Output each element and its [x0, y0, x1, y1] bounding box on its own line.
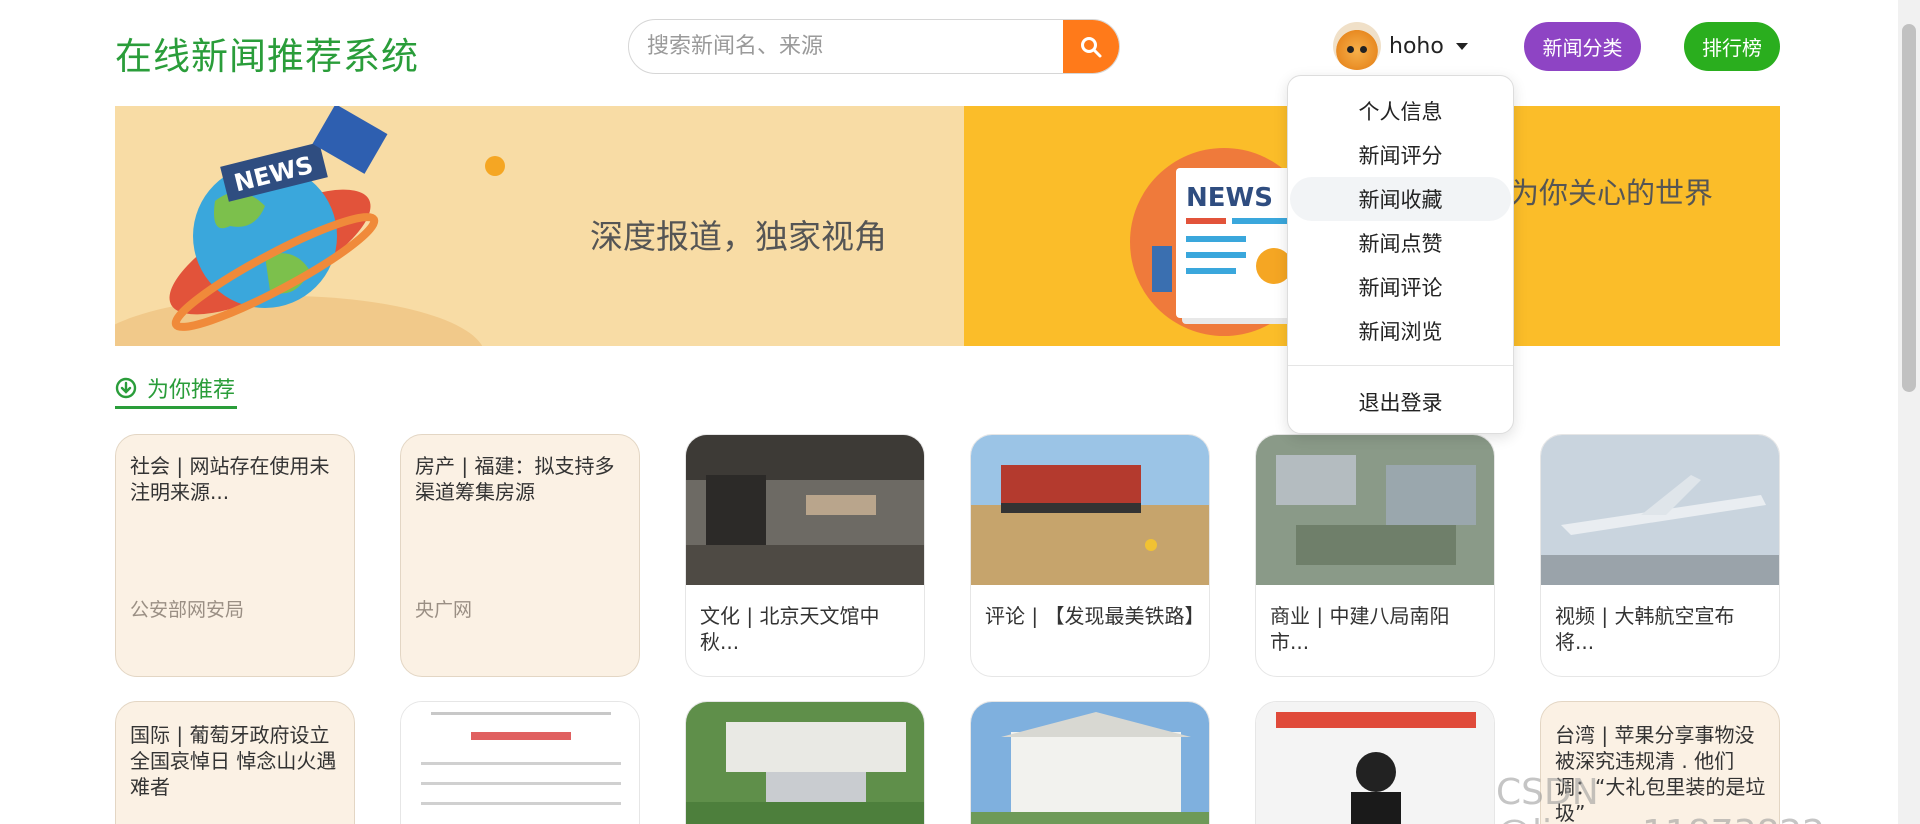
category-button[interactable]: 新闻分类 — [1524, 22, 1641, 71]
menu-divider — [1288, 365, 1513, 366]
scrollbar-thumb[interactable] — [1902, 24, 1916, 392]
search-icon — [1081, 36, 1102, 57]
news-card-title: 评论 | 【发现最美铁路】 — [985, 604, 1205, 628]
menu-item-likes[interactable]: 新闻点赞 — [1288, 221, 1513, 265]
menu-item-ratings[interactable]: 新闻评分 — [1288, 133, 1513, 177]
news-card[interactable]: 国际 | 葡萄牙政府设立全国哀悼日 悼念山火遇难者 — [115, 701, 355, 824]
banner-carousel[interactable]: NEWS 深度报道，独家视角 NEWS 为你关心的世界 — [115, 106, 1780, 346]
user-menu[interactable]: hoho — [1333, 22, 1468, 70]
menu-item-favorites[interactable]: 新闻收藏 — [1290, 177, 1511, 221]
news-card-title: 商业 | 中建八局南阳市... — [1270, 604, 1450, 654]
banner-slide-left: NEWS 深度报道，独家视角 — [115, 106, 964, 346]
search-button[interactable] — [1063, 20, 1119, 73]
avatar — [1333, 22, 1381, 70]
news-card-image — [1256, 435, 1494, 585]
menu-item-profile[interactable]: 个人信息 — [1288, 89, 1513, 133]
news-card[interactable]: 商业 | 中建八局南阳市... — [1255, 434, 1495, 677]
news-card-image — [1541, 435, 1779, 585]
news-card-source: 公安部网安局 — [130, 599, 245, 621]
news-card[interactable] — [400, 701, 640, 824]
section-title: 为你推荐 — [115, 368, 235, 408]
search-box — [628, 19, 1120, 74]
news-card[interactable]: 社会 | 网站存在使用未注明来源... 公安部网安局 — [115, 434, 355, 677]
news-card-title: 房产 | 福建：拟支持多渠道筹集房源 — [415, 454, 615, 504]
news-card[interactable]: 房产 | 福建：拟支持多渠道筹集房源 央广网 — [400, 434, 640, 677]
chevron-down-icon — [1455, 42, 1468, 50]
menu-item-comments[interactable]: 新闻评论 — [1288, 265, 1513, 309]
menu-item-history[interactable]: 新闻浏览 — [1288, 309, 1513, 353]
news-card-image — [971, 435, 1209, 585]
news-card-title: 国际 | 葡萄牙政府设立全国哀悼日 悼念山火遇难者 — [130, 723, 337, 799]
section-title-text: 为你推荐 — [147, 378, 236, 403]
news-card[interactable] — [1255, 701, 1495, 824]
news-card-source: 央广网 — [415, 599, 473, 621]
rank-button[interactable]: 排行榜 — [1684, 22, 1780, 71]
news-card[interactable]: 评论 | 【发现最美铁路】 — [970, 434, 1210, 677]
username: hoho — [1389, 33, 1444, 59]
user-dropdown-menu: 个人信息 新闻评分 新闻收藏 新闻点赞 新闻评论 新闻浏览 退出登录 — [1287, 75, 1514, 434]
watermark: CSDN @lingee11873822 — [1496, 772, 1825, 824]
news-card-image — [401, 702, 639, 824]
site-title[interactable]: 在线新闻推荐系统 — [115, 26, 419, 80]
globe-illustration: NEWS — [115, 106, 505, 346]
news-card-image — [971, 702, 1209, 824]
news-card-image — [686, 702, 924, 824]
banner-slogan-left: 深度报道，独家视角 — [590, 217, 887, 256]
search-input[interactable] — [629, 20, 1064, 73]
section-underline — [115, 406, 237, 409]
arrow-down-circle-icon — [115, 377, 137, 399]
news-card[interactable] — [685, 701, 925, 824]
news-badge: NEWS — [1186, 183, 1273, 213]
news-card[interactable] — [970, 701, 1210, 824]
news-card-title: 社会 | 网站存在使用未注明来源... — [130, 454, 330, 504]
news-card-image — [686, 435, 924, 585]
page-scrollbar[interactable] — [1898, 0, 1920, 824]
news-card-title: 视频 | 大韩航空宣布将... — [1555, 604, 1735, 654]
news-card[interactable]: 文化 | 北京天文馆中秋... — [685, 434, 925, 677]
news-card[interactable]: 视频 | 大韩航空宣布将... — [1540, 434, 1780, 677]
banner-slogan-right: 为你关心的世界 — [1510, 176, 1714, 210]
header: 在线新闻推荐系统 hoho 新闻分类 排行榜 — [0, 0, 1920, 96]
menu-item-logout[interactable]: 退出登录 — [1288, 380, 1513, 424]
news-card-title: 文化 | 北京天文馆中秋... — [700, 604, 880, 654]
news-card-image — [1256, 702, 1494, 824]
